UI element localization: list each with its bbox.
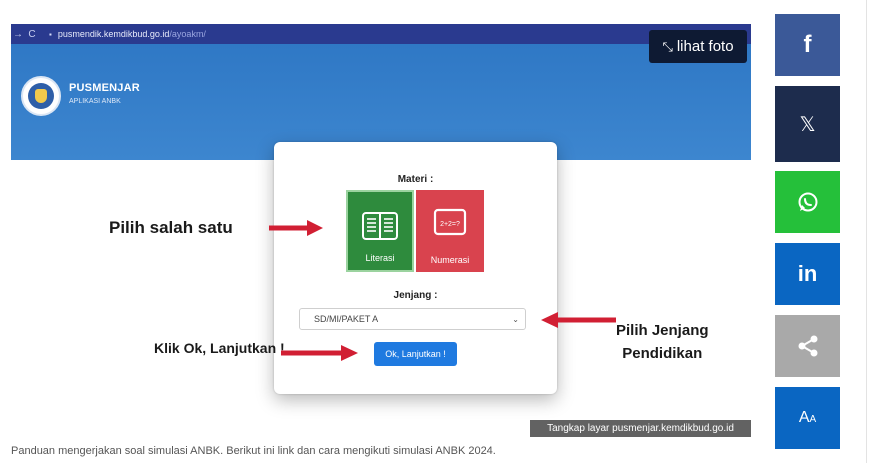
math-board-icon: 2+2=? bbox=[433, 208, 467, 236]
annotation-choose-one: Pilih salah satu bbox=[109, 218, 233, 237]
book-icon bbox=[362, 212, 398, 240]
screenshot-photo[interactable]: → C ▪ pusmendik.kemdikbud.go.id/ayoakm/ … bbox=[11, 24, 751, 438]
facebook-icon: f bbox=[803, 31, 812, 58]
column-divider bbox=[866, 0, 867, 463]
kemdikbud-logo bbox=[21, 76, 61, 116]
annotation-choose-level: Pilih Jenjang Pendidikan bbox=[616, 319, 709, 365]
whatsapp-icon bbox=[798, 192, 817, 212]
share-whatsapp-button[interactable] bbox=[775, 171, 840, 233]
option-literasi[interactable]: Literasi bbox=[346, 190, 414, 272]
jenjang-select[interactable]: SD/MI/PAKET A ⌄ bbox=[299, 308, 526, 330]
share-facebook-button[interactable]: f bbox=[775, 14, 840, 76]
share-icon bbox=[798, 335, 817, 357]
materi-label: Materi : bbox=[397, 174, 434, 185]
x-icon: 𝕏 bbox=[799, 113, 816, 136]
brand-subtitle: APLIKASI ANBK bbox=[69, 98, 121, 105]
ok-continue-button[interactable]: Ok, Lanjutkan ! bbox=[374, 342, 457, 366]
lock-icon: ▪ bbox=[49, 29, 52, 39]
article-media: → C ▪ pusmendik.kemdikbud.go.id/ayoakm/ … bbox=[0, 0, 869, 463]
view-photo-button[interactable]: ⤡ lihat foto bbox=[649, 30, 747, 63]
text-size-icon: AA bbox=[798, 409, 817, 426]
chevron-down-icon: ⌄ bbox=[512, 314, 519, 324]
expand-icon: ⤡ bbox=[662, 38, 673, 54]
numerasi-icon-text: 2+2=? bbox=[440, 221, 460, 228]
photo-credit-badge: Tangkap layar pusmenjar.kemdikbud.go.id bbox=[530, 420, 751, 437]
option-numerasi-label: Numerasi bbox=[430, 255, 470, 265]
brand-title: PUSMENJAR bbox=[69, 82, 140, 94]
option-numerasi[interactable]: 2+2=? Numerasi bbox=[416, 190, 484, 272]
option-literasi-label: Literasi bbox=[365, 253, 395, 263]
reload-icon: C bbox=[28, 28, 36, 40]
browser-address-bar: → C ▪ pusmendik.kemdikbud.go.id/ayoakm/ bbox=[11, 24, 751, 44]
annotation-choose-level-line2: Pendidikan bbox=[622, 345, 703, 362]
linkedin-icon: in bbox=[797, 261, 818, 286]
share-linkedin-button[interactable]: in bbox=[775, 243, 840, 305]
annotation-choose-level-line1: Pilih Jenjang bbox=[616, 322, 709, 339]
browser-url: pusmendik.kemdikbud.go.id/ayoakm/ bbox=[57, 29, 206, 39]
back-arrow-icon: → bbox=[13, 28, 23, 40]
jenjang-selected-value: SD/MI/PAKET A bbox=[314, 314, 379, 324]
annotation-click-ok: Klik Ok, Lanjutkan ! bbox=[154, 340, 285, 356]
share-x-button[interactable]: 𝕏 bbox=[775, 86, 840, 162]
view-photo-label: lihat foto bbox=[676, 38, 734, 55]
jenjang-label: Jenjang : bbox=[393, 290, 438, 301]
share-generic-button[interactable] bbox=[775, 315, 840, 377]
selection-dialog: Materi : Literasi 2+2=? Numerasi Jenjang… bbox=[274, 142, 557, 394]
photo-caption: Panduan mengerjakan soal simulasi ANBK. … bbox=[11, 445, 496, 457]
text-size-button[interactable]: AA bbox=[775, 387, 840, 449]
